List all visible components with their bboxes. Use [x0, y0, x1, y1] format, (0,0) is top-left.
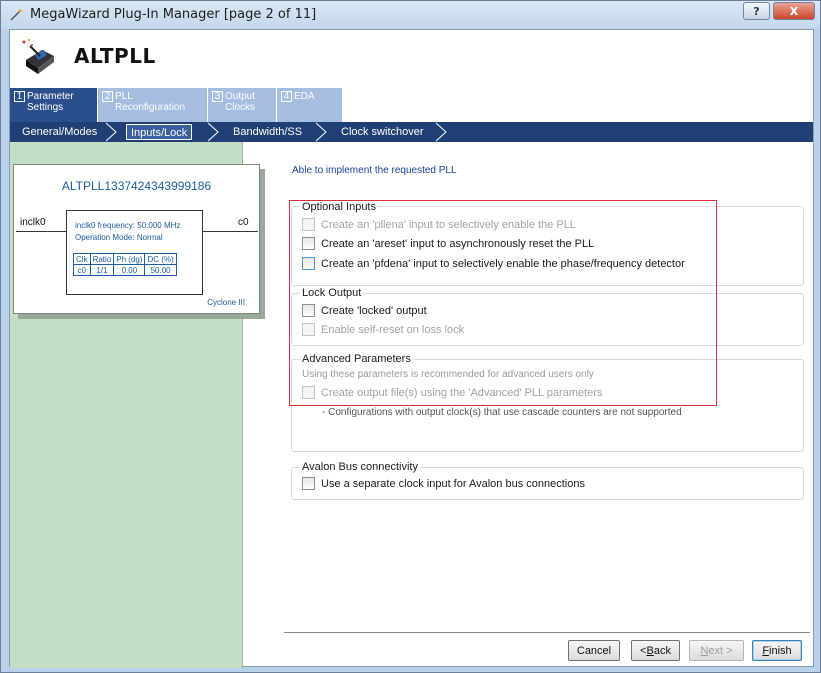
output-pin-label: c0	[238, 217, 249, 228]
tab-label: Output	[225, 91, 256, 102]
mode-text: Operation Mode: Normal	[75, 233, 163, 242]
tab-pll-reconfiguration[interactable]: 2 PLL Reconfiguration	[98, 88, 207, 122]
frequency-text: inclk0 frequency: 50.000 MHz	[75, 221, 181, 230]
instance-name: ALTPLL1337424343999186	[61, 179, 212, 193]
next-label-post: ext >	[708, 644, 733, 657]
wizard-header: ALTPLL	[10, 30, 813, 88]
finish-label-post: inish	[769, 644, 792, 657]
megafunction-logo-icon	[22, 39, 54, 74]
finish-button[interactable]: Finish	[752, 640, 802, 661]
avalon-option[interactable]: Use a separate clock input for Avalon bu…	[302, 477, 585, 490]
pll-symbol: ALTPLL1337424343999186 inclk0 c0 inclk0 …	[13, 164, 260, 314]
table-header-cell: DC (%)	[144, 253, 177, 265]
chevron-right-icon	[105, 122, 117, 142]
checkbox-label[interactable]: Use a separate clock input for Avalon bu…	[321, 478, 585, 490]
input-pin-line	[16, 231, 66, 232]
pll-block: inclk0 frequency: 50.000 MHz Operation M…	[66, 210, 203, 295]
tab-label: EDA	[294, 91, 315, 102]
tab-parameter-settings[interactable]: 1 Parameter Settings	[10, 88, 97, 122]
tab-number: 3	[212, 91, 223, 102]
table-header-cell: Ratio	[89, 253, 115, 265]
table-header-cell: Ph (dg)	[113, 253, 146, 265]
highlight-box	[289, 200, 717, 406]
back-button[interactable]: < Back	[631, 640, 680, 661]
table-cell: 1/1	[89, 264, 115, 276]
subtab-inputs-lock[interactable]: Inputs/Lock	[126, 124, 193, 140]
close-button[interactable]: X	[773, 2, 815, 20]
window-title: MegaWizard Plug-In Manager [page 2 of 11…	[30, 7, 317, 22]
tab-number: 2	[102, 91, 113, 102]
cascade-warning: - Configurations with output clock(s) th…	[322, 407, 682, 418]
title-bar: MegaWizard Plug-In Manager [page 2 of 11…	[1, 1, 820, 29]
back-label-accel: B	[646, 644, 654, 657]
wand-icon	[10, 9, 22, 21]
tab-output-clocks[interactable]: 3 Output Clocks	[208, 88, 276, 122]
chevron-right-icon	[207, 122, 219, 142]
sub-tabs: General/Modes Inputs/Lock Bandwidth/SS C…	[10, 122, 813, 142]
symbol-panel: ALTPLL1337424343999186 inclk0 c0 inclk0 …	[10, 142, 260, 668]
table-cell: c0	[73, 264, 91, 276]
tab-label: Clocks	[225, 102, 256, 113]
finish-label-accel: F	[762, 644, 770, 657]
input-pin-label: inclk0	[20, 217, 46, 228]
subtab-clock-switchover[interactable]: Clock switchover	[337, 124, 428, 140]
cancel-button[interactable]: Cancel	[568, 640, 620, 661]
wizard-window: MegaWizard Plug-In Manager [page 2 of 11…	[0, 0, 821, 673]
output-pin-line	[203, 231, 258, 232]
chevron-right-icon	[315, 122, 327, 142]
table-header-cell: Clk	[73, 253, 91, 265]
next-button[interactable]: Next >	[689, 640, 744, 661]
table-cell: 50.00	[144, 264, 177, 276]
tab-number: 1	[14, 91, 25, 102]
avalon-title: Avalon Bus connectivity	[300, 461, 420, 473]
back-label-post: ack	[653, 644, 671, 657]
status-message: Able to implement the requested PLL	[292, 165, 457, 176]
tab-number: 4	[281, 91, 292, 102]
page-title: ALTPLL	[74, 44, 156, 68]
tab-label: Reconfiguration	[115, 102, 186, 113]
table-cell: 0.00	[113, 264, 146, 276]
main-tabs: 1 Parameter Settings 2 PLL Reconfiguration 3…	[10, 88, 813, 122]
button-separator	[284, 632, 810, 633]
wizard-client: ALTPLL 1 Parameter Settings 2 PLL Reconfigur…	[9, 29, 814, 668]
tab-label: Settings	[27, 102, 64, 113]
clock-table: Clk Ratio Ph (dg) DC (%) c0 1/1 0.00 50.…	[73, 253, 177, 276]
help-button[interactable]: ?	[743, 2, 770, 20]
subtab-bandwidth-ss[interactable]: Bandwidth/SS	[229, 124, 306, 140]
tab-label: Parameter	[27, 91, 74, 102]
chevron-right-icon	[435, 122, 447, 142]
device-family: Cyclone III	[207, 298, 245, 307]
subtab-general-modes[interactable]: General/Modes	[18, 124, 101, 140]
tab-eda[interactable]: 4 EDA	[277, 88, 342, 122]
tab-label: PLL	[115, 91, 133, 102]
avalon-checkbox[interactable]	[302, 477, 315, 490]
next-label-accel: N	[700, 644, 709, 657]
